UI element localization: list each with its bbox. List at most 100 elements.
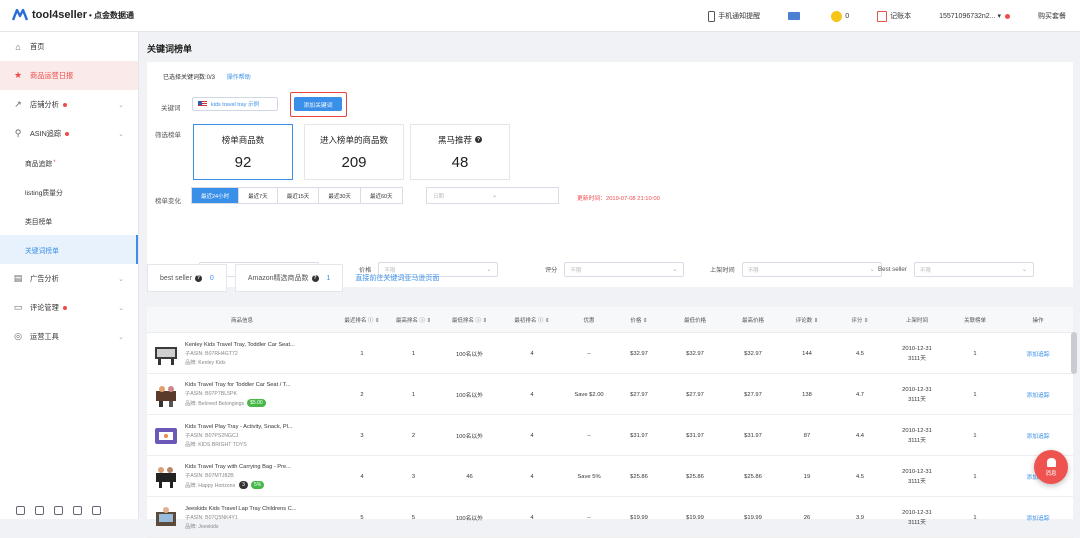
stat-card[interactable]: 进入榜单的商品数 209 [304, 124, 404, 180]
table-header-cell[interactable]: 最低排名 ⓘ ⇕ [440, 307, 499, 333]
topbar-item-label: 购买套餐 [1038, 13, 1066, 20]
summary-tab[interactable]: Amazon精选商品数? 1 [234, 264, 344, 292]
filter-select[interactable]: 不限 ⌄ [741, 262, 882, 277]
sidebar-item[interactable]: ⌂ 首页 [0, 32, 138, 61]
product-title[interactable]: Kenley Kids Travel Tray, Toddler Car Sea… [185, 342, 295, 348]
chevron-icon: ⌄ [118, 101, 124, 109]
table-header-cell[interactable]: 关联榜单 [947, 307, 1003, 333]
sidebar-subitem[interactable]: 类目榜单 [0, 206, 138, 235]
note-icon [877, 10, 888, 22]
info-icon[interactable]: ? [311, 274, 319, 282]
chart-icon[interactable] [54, 506, 63, 515]
help-link[interactable]: 操作帮助 [227, 75, 251, 81]
app-logo[interactable]: tool4seller • 点金数据通 [12, 9, 134, 21]
topbar-item[interactable]: 手机通知提醒 [694, 0, 774, 32]
sidebar-subitem[interactable]: 商品追踪 * [0, 148, 138, 177]
product-thumbnail[interactable] [153, 463, 179, 491]
add-tracking-link[interactable]: 添加追踪 [1003, 415, 1073, 456]
stat-card[interactable]: 榜单商品数 92 [193, 124, 293, 180]
summary-tab[interactable]: best seller? 0 [147, 264, 227, 292]
product-info[interactable]: Kids Travel Tray for Toddler Car Seat / … [153, 374, 290, 415]
table-header-cell[interactable]: 商品信息 [147, 307, 337, 333]
stat-card[interactable]: 黑马推荐? 48 [410, 124, 510, 180]
table-header-cell[interactable]: 最初排名 ⓘ ⇕ [499, 307, 565, 333]
sidebar-subitem[interactable]: listing质量分 [0, 177, 138, 206]
table-cell: $19.99 [686, 514, 704, 521]
product-info[interactable]: Kenley Kids Travel Tray, Toddler Car Sea… [153, 333, 295, 374]
sidebar-item[interactable]: ▭ 评论管理 ⌄ [0, 293, 138, 322]
filter-select[interactable]: 不限 ⌄ [913, 262, 1034, 277]
chevron-down-icon: ⌄ [492, 193, 498, 199]
product-thumbnail[interactable] [153, 381, 179, 409]
table-header-cell[interactable]: 最高价格 [725, 307, 781, 333]
add-keyword-button[interactable]: 添加关键词 [294, 97, 342, 111]
product-title[interactable]: Jeeskids Kids Travel Lap Tray Childrens … [185, 506, 297, 512]
sidebar-subitem[interactable]: 关键词榜单 [0, 235, 138, 264]
add-tracking-link[interactable]: 添加追踪 [1003, 333, 1073, 374]
table-header-cell[interactable]: 最低价格 [665, 307, 725, 333]
selected-keyword-info: 已选择关键词数:0/3 操作帮助 [163, 72, 251, 81]
time-range-option[interactable]: 最近7天 [239, 188, 278, 203]
message-fab[interactable]: 消息 [1034, 450, 1068, 484]
filter-select[interactable]: 不限 ⌄ [564, 262, 685, 277]
time-range-option[interactable]: 最近30天 [319, 188, 361, 203]
product-info[interactable]: Jeeskids Kids Travel Lap Tray Childrens … [153, 497, 297, 538]
scrollbar[interactable] [1071, 332, 1077, 374]
product-info[interactable]: Kids Travel Tray with Carrying Bag - Pre… [153, 456, 291, 497]
product-thumbnail[interactable] [153, 504, 179, 532]
product-info[interactable]: Kids Travel Play Tray - Activity, Snack,… [153, 415, 293, 456]
mail-icon [788, 12, 801, 20]
table-header-cell[interactable]: 评分 ⇕ [833, 307, 887, 333]
table-header-cell[interactable]: 上架时间 [887, 307, 947, 333]
sidebar-item[interactable]: ↗ 店铺分析 ⌄ [0, 90, 138, 119]
product-text: Kids Travel Play Tray - Activity, Snack,… [185, 424, 293, 448]
topbar-item[interactable]: 购买套餐 [1024, 0, 1080, 32]
home-icon: ⌂ [15, 41, 21, 52]
cloud-icon[interactable] [73, 506, 82, 515]
time-range-option[interactable]: 最近15天 [277, 188, 320, 203]
sidebar-item[interactable]: ⚲ ASIN追踪 ⌄ [0, 119, 138, 148]
table-header-cell[interactable]: 最近排名 ⓘ ⇕ [337, 307, 387, 333]
table-cell: 5 [411, 514, 416, 521]
listing-date: 2010-12-31 3111天 [902, 344, 932, 364]
sidebar-item-label: 首页 [30, 41, 45, 51]
time-range-option[interactable]: 最近60天 [360, 188, 402, 203]
sidebar-item[interactable]: ▤ 广告分析 ⌄ [0, 264, 138, 293]
calc-icon[interactable] [92, 506, 101, 515]
keyword-tag[interactable]: kids travel tray 示例 [192, 97, 278, 111]
add-tracking-link[interactable]: 添加追踪 [1003, 374, 1073, 415]
table-header-cell[interactable]: 最高排名 ⓘ ⇕ [387, 307, 440, 333]
topbar-item-label: 15571096732n2... ▾ [939, 13, 1001, 20]
table-cell: $27.97 [686, 391, 704, 398]
topbar-item[interactable] [774, 0, 817, 32]
grid-icon[interactable] [16, 506, 25, 515]
selected-count: 已选择关键词数:0/3 [163, 75, 216, 81]
info-icon[interactable]: ? [475, 136, 482, 143]
chevron-icon: ⌄ [118, 275, 124, 283]
product-thumbnail[interactable] [153, 422, 179, 450]
sidebar-item[interactable]: ★ 商品运营日报 [0, 61, 138, 90]
listing-date-cell: 2010-12-31 3111天 [887, 456, 947, 497]
product-title[interactable]: Kids Travel Play Tray - Activity, Snack,… [185, 424, 293, 430]
product-asin: 子ASIN: B07RH4GT72 [185, 350, 238, 357]
product-thumbnail[interactable] [153, 340, 179, 368]
user-icon[interactable] [35, 506, 44, 515]
topbar-item[interactable]: 15571096732n2... ▾ [925, 0, 1024, 32]
table-header-cell[interactable]: 优惠 [565, 307, 613, 333]
amazon-page-link[interactable]: 直接前往关键词亚马逊页面 [355, 264, 439, 292]
product-title[interactable]: Kids Travel Tray for Toddler Car Seat / … [185, 382, 290, 388]
info-icon[interactable]: ? [194, 274, 202, 282]
table-cell: $19.99 [744, 514, 762, 521]
date-picker[interactable]: 日期 ⌄ [426, 187, 559, 204]
topbar-item[interactable]: 0 [817, 0, 863, 32]
topbar-item[interactable]: 记账本 [863, 0, 925, 32]
table-cell: 4 [530, 391, 534, 398]
add-tracking-link[interactable]: 添加追踪 [1003, 497, 1073, 538]
table-cell: 100名以外 [455, 434, 484, 440]
table-header-cell[interactable]: 评论数 ⇕ [781, 307, 833, 333]
table-header-cell[interactable]: 操作 [1003, 307, 1073, 333]
time-range-option[interactable]: 最近24小时 [192, 188, 240, 203]
table-header-cell[interactable]: 价格 ⇕ [613, 307, 665, 333]
sidebar-item[interactable]: ◎ 运营工具 ⌄ [0, 322, 138, 351]
product-title[interactable]: Kids Travel Tray with Carrying Bag - Pre… [185, 464, 291, 470]
